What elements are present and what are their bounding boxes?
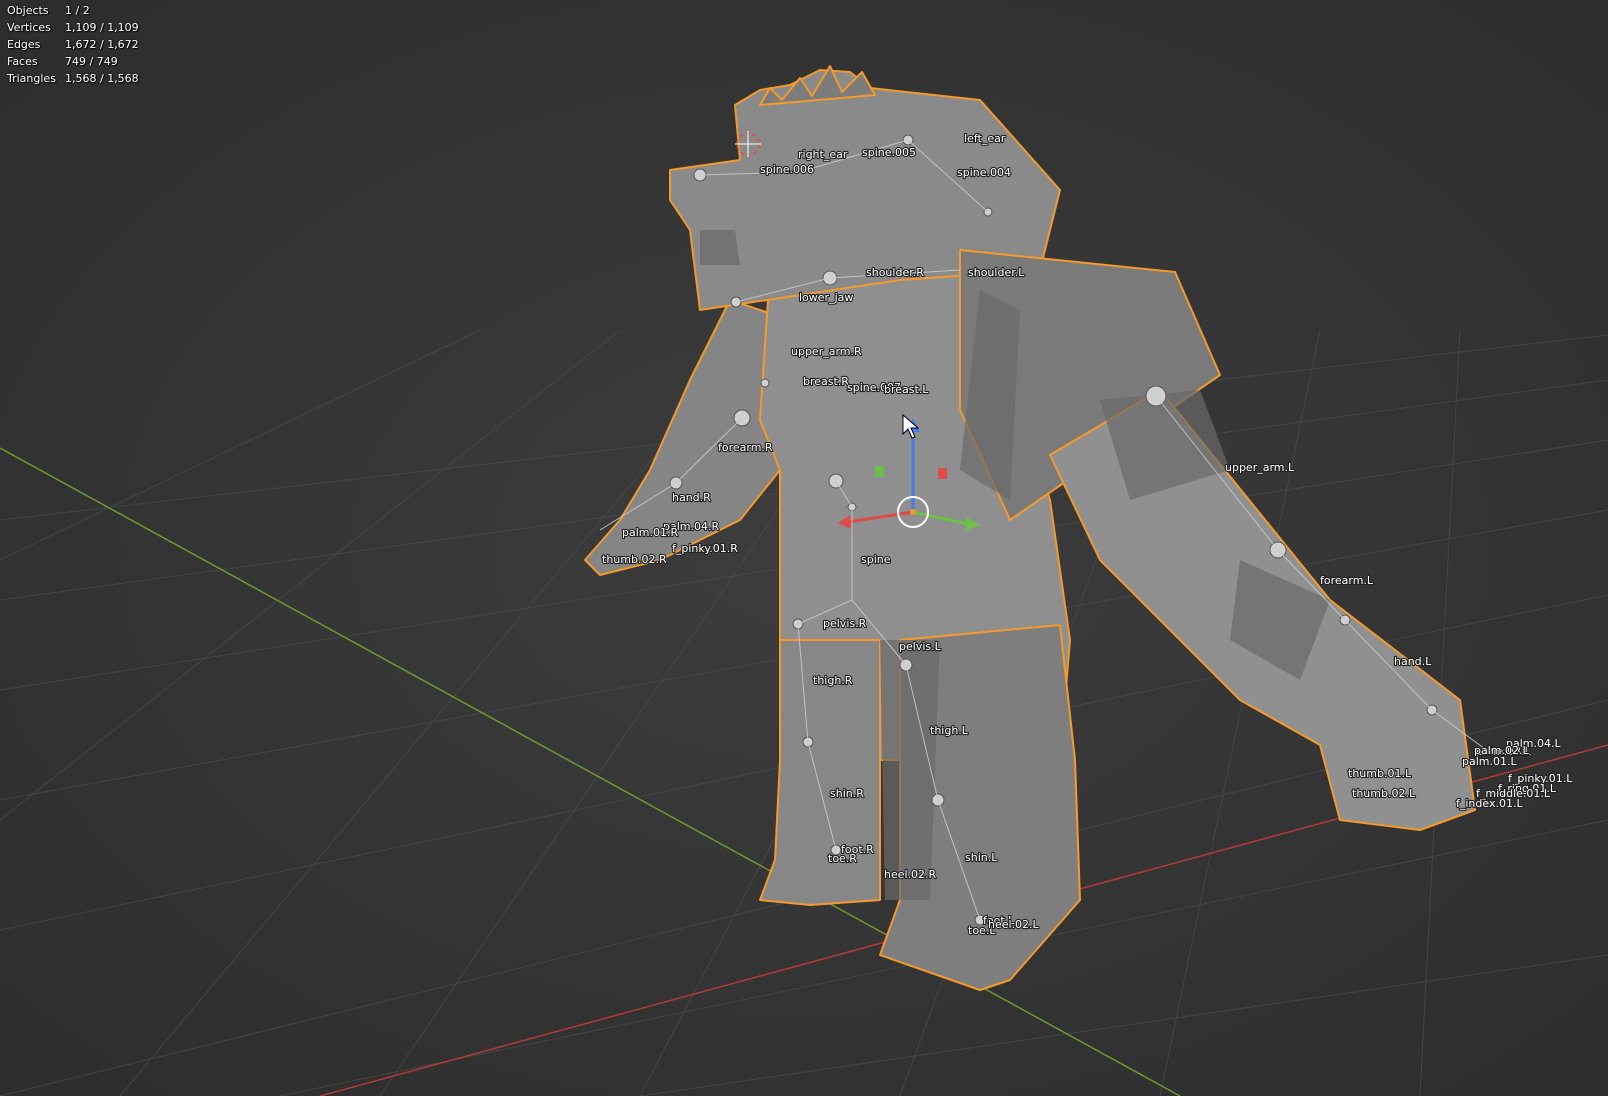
- stat-value: 1,568 / 1,568: [65, 72, 139, 85]
- stat-row-edges: Edges 1,672 / 1,672: [7, 36, 139, 53]
- stat-row-faces: Faces 749 / 749: [7, 53, 139, 70]
- bone-label-shin-l[interactable]: shin.L: [964, 850, 999, 865]
- bone-label-thumb-02-l[interactable]: thumb.02.L: [1351, 786, 1417, 801]
- bone-label-forearm-l[interactable]: forearm.L: [1319, 573, 1375, 588]
- bone-label-spine-005[interactable]: spine.005: [861, 145, 917, 160]
- bone-label-thigh-r[interactable]: thigh.R: [812, 673, 854, 688]
- stat-row-vertices: Vertices 1,109 / 1,109: [7, 19, 139, 36]
- bone-label-hand-r[interactable]: hand.R: [671, 490, 712, 505]
- gizmo-origin-dot: [910, 509, 916, 515]
- bone-label-thigh-l[interactable]: thigh.L: [929, 723, 970, 738]
- bone-label-f-pinky-01-r[interactable]: f_pinky.01.R: [671, 541, 739, 556]
- stat-label: Faces: [7, 55, 38, 68]
- bone-label-upper-arm-r[interactable]: upper_arm.R: [790, 344, 863, 359]
- bone-label-left-ear[interactable]: left_ear: [963, 131, 1007, 146]
- bone-label-toe-r[interactable]: toe.R: [827, 851, 859, 866]
- bone-label-forearm-r[interactable]: forearm.R: [717, 440, 774, 455]
- bone-label-pelvis-r[interactable]: pelvis.R: [822, 616, 868, 631]
- gizmo-yz-plane[interactable]: [938, 468, 947, 479]
- stat-label: Vertices: [7, 21, 51, 34]
- bone-label-shin-r[interactable]: shin.R: [829, 786, 865, 801]
- viewport-statistics-overlay: Objects 1 / 2 Vertices 1,109 / 1,109 Edg…: [7, 2, 139, 87]
- bone-label-hand-l[interactable]: hand.L: [1393, 654, 1433, 669]
- bone-label-palm-01-l[interactable]: palm.01.L: [1461, 754, 1519, 769]
- bone-label-upper-arm-l[interactable]: upper_arm.L: [1224, 460, 1296, 475]
- bone-label-spine[interactable]: spine: [860, 552, 892, 567]
- stat-value: 1,672 / 1,672: [65, 38, 139, 51]
- bone-label-right-ear[interactable]: right_ear: [797, 147, 849, 162]
- stat-value: 1 / 2: [65, 4, 90, 17]
- stat-label: Objects: [7, 4, 49, 17]
- 3d-viewport[interactable]: right_ear left_ear spine.005 spine.006 s…: [0, 0, 1608, 1096]
- stat-label: Triangles: [7, 72, 56, 85]
- bone-label-heel-02-l[interactable]: heel.02.L: [987, 917, 1041, 932]
- bone-label-lower-jaw[interactable]: lower_jaw: [798, 290, 855, 305]
- bone-label-thumb-02-r[interactable]: thumb.02.R: [601, 552, 668, 567]
- bone-label-breast-l[interactable]: breast.L: [883, 382, 931, 397]
- gizmo-xz-plane[interactable]: [875, 466, 884, 477]
- bone-label-f-index-01-l[interactable]: f_index.01.L: [1455, 796, 1525, 811]
- bone-label-heel-02-r[interactable]: heel.02.R: [883, 867, 938, 882]
- bone-label-spine-006[interactable]: spine.006: [759, 162, 815, 177]
- bone-label-shoulder-l[interactable]: shoulder.L: [967, 265, 1026, 280]
- stat-value: 749 / 749: [65, 55, 118, 68]
- stat-value: 1,109 / 1,109: [65, 21, 139, 34]
- bone-label-spine-004[interactable]: spine.004: [956, 165, 1012, 180]
- bone-label-breast-r[interactable]: breast.R: [802, 374, 851, 389]
- stat-row-triangles: Triangles 1,568 / 1,568: [7, 70, 139, 87]
- stat-label: Edges: [7, 38, 41, 51]
- stat-row-objects: Objects 1 / 2: [7, 2, 139, 19]
- bone-label-thumb-01-l[interactable]: thumb.01.L: [1347, 766, 1413, 781]
- bone-label-palm-r-cluster[interactable]: palm.01.R: [621, 525, 680, 540]
- bone-label-pelvis-l[interactable]: pelvis.L: [898, 639, 943, 654]
- bone-label-shoulder-r[interactable]: shoulder.R: [865, 265, 925, 280]
